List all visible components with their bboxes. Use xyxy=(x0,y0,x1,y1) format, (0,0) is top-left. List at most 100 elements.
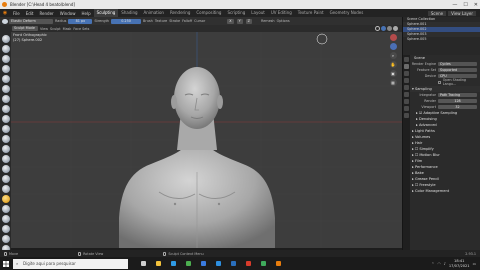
object-tab-icon[interactable] xyxy=(404,99,409,104)
minimize-button[interactable]: — xyxy=(452,2,457,8)
gizmo-z-axis-icon[interactable] xyxy=(389,43,397,50)
tool-inflate-icon[interactable] xyxy=(1,95,10,103)
radius-field[interactable]: 81 px xyxy=(68,18,93,24)
tab-sculpting[interactable]: Sculpting xyxy=(93,9,119,17)
store-icon[interactable] xyxy=(198,257,208,270)
tab-uv-editing[interactable]: UV Editing xyxy=(268,9,295,17)
start-button[interactable] xyxy=(0,257,12,270)
mail-icon[interactable] xyxy=(213,257,223,270)
tool-fill-icon[interactable] xyxy=(1,145,10,153)
menu-render[interactable]: Render xyxy=(36,11,56,16)
notifications-icon[interactable]: ▭ xyxy=(473,262,476,266)
symmetry-x-icon[interactable]: X xyxy=(227,18,234,24)
tool-draw-sharp-icon[interactable] xyxy=(1,45,10,53)
blender-icon[interactable] xyxy=(273,257,283,270)
viewport-shading-icons[interactable] xyxy=(375,26,398,31)
tab-geometry-nodes[interactable]: Geometry Nodes xyxy=(327,9,367,17)
tool-pose-icon[interactable] xyxy=(1,225,10,233)
open-shading-checkbox[interactable] xyxy=(437,80,441,84)
maximize-button[interactable]: ☐ xyxy=(463,2,467,8)
render-engine-select[interactable]: Cycles xyxy=(438,61,477,67)
scene-tab-icon[interactable] xyxy=(404,85,409,90)
falloff-menu[interactable]: Falloff xyxy=(182,19,192,23)
tool-grab-icon[interactable] xyxy=(1,185,10,193)
menu-help[interactable]: Help xyxy=(78,11,93,16)
app-green-icon[interactable] xyxy=(258,257,268,270)
rendered-shading-icon[interactable] xyxy=(393,26,398,31)
tool-draw-icon[interactable] xyxy=(1,35,10,43)
material-shading-icon[interactable] xyxy=(387,26,392,31)
symmetry-z-icon[interactable]: Z xyxy=(245,18,252,24)
volume-icon[interactable]: ♪ xyxy=(444,262,446,266)
tab-texture-paint[interactable]: Texture Paint xyxy=(295,9,327,17)
tool-pinch-icon[interactable] xyxy=(1,175,10,183)
solid-shading-icon[interactable] xyxy=(381,26,386,31)
menu-face-sets[interactable]: Face Sets xyxy=(73,27,89,31)
render-samples-field[interactable]: 128 xyxy=(438,98,477,104)
gizmo-x-axis-icon[interactable] xyxy=(389,34,397,41)
photoshop-icon[interactable] xyxy=(228,257,238,270)
brush-menu[interactable]: Brush xyxy=(143,19,153,23)
tool-crease-icon[interactable] xyxy=(1,115,10,123)
menu-edit[interactable]: Edit xyxy=(23,11,37,16)
remesh-menu[interactable]: Remesh xyxy=(261,19,275,23)
app-red-icon[interactable] xyxy=(243,257,253,270)
menu-view[interactable]: View xyxy=(40,27,48,31)
symmetry-y-icon[interactable]: Y xyxy=(236,18,243,24)
material-tab-icon[interactable] xyxy=(404,113,409,118)
perspective-toggle-icon[interactable]: ▦ xyxy=(389,79,397,86)
tool-layer-icon[interactable] xyxy=(1,85,10,93)
tool-clay-icon[interactable] xyxy=(1,55,10,63)
tool-snake-hook-icon[interactable] xyxy=(1,205,10,213)
menu-window[interactable]: Window xyxy=(57,11,79,16)
menu-mask[interactable]: Mask xyxy=(63,27,72,31)
tool-smooth-icon[interactable] xyxy=(1,125,10,133)
camera-view-icon[interactable]: ▣ xyxy=(389,70,397,77)
brush-icon[interactable] xyxy=(2,18,8,24)
clock[interactable]: 18:41 17/07/2021 xyxy=(449,259,470,268)
tab-layout[interactable]: Layout xyxy=(248,9,268,17)
tab-animation[interactable]: Animation xyxy=(141,9,167,17)
tool-tab-icon[interactable] xyxy=(404,57,409,62)
brush-selector[interactable]: Elastic Deform xyxy=(9,18,53,24)
tool-elastic-deform-icon[interactable] xyxy=(1,195,10,203)
world-tab-icon[interactable] xyxy=(404,92,409,97)
close-button[interactable]: ✕ xyxy=(474,2,478,8)
scene-selector[interactable]: Scene xyxy=(427,10,447,16)
blender-menu-icon[interactable]: ◉ xyxy=(0,10,10,16)
network-icon[interactable]: ◠ xyxy=(437,262,440,266)
tab-rendering[interactable]: Rendering xyxy=(167,9,193,17)
edge-icon[interactable] xyxy=(168,257,178,270)
file-explorer-icon[interactable] xyxy=(153,257,163,270)
tab-scripting[interactable]: Scripting xyxy=(224,9,248,17)
color-management-section[interactable]: ▸ Color Management xyxy=(410,188,480,194)
wireframe-shading-icon[interactable] xyxy=(375,26,380,31)
tool-clay-thumb-icon[interactable] xyxy=(1,75,10,83)
view-layer-selector[interactable]: View Layer xyxy=(448,10,476,16)
strength-field[interactable]: 0.250 xyxy=(111,18,142,24)
cursor-menu[interactable]: Cursor xyxy=(194,19,205,23)
stroke-menu[interactable]: Stroke xyxy=(169,19,180,23)
tool-blob-icon[interactable] xyxy=(1,105,10,113)
taskbar-search-box[interactable]: ⌕ Digite aqui para pesquisar xyxy=(13,258,128,269)
viewport-samples-field[interactable]: 32 xyxy=(438,104,477,110)
tool-scrape-icon[interactable] xyxy=(1,155,10,163)
feature-set-select[interactable]: Supported xyxy=(438,67,477,73)
tab-shading[interactable]: Shading xyxy=(118,9,140,17)
symmetry-icons[interactable]: X Y Z xyxy=(226,18,253,24)
mode-selector[interactable]: Sculpt Mode xyxy=(12,26,38,31)
menu-file[interactable]: File xyxy=(10,11,23,16)
task-view-icon[interactable] xyxy=(138,257,148,270)
modifier-tab-icon[interactable] xyxy=(404,106,409,111)
render-tab-icon[interactable] xyxy=(404,64,409,69)
outliner-row[interactable]: Sphere.005 xyxy=(403,37,480,42)
tool-nudge-icon[interactable] xyxy=(1,235,10,243)
tool-clay-strips-icon[interactable] xyxy=(1,65,10,73)
tab-compositing[interactable]: Compositing xyxy=(193,9,224,17)
texture-menu[interactable]: Texture xyxy=(155,19,167,23)
integrator-select[interactable]: Path Tracing xyxy=(438,92,477,98)
tray-arrow-icon[interactable]: ⌃ xyxy=(431,262,434,266)
options-menu[interactable]: Options xyxy=(277,19,290,23)
tool-thumb-icon[interactable] xyxy=(1,215,10,223)
3d-viewport[interactable]: Front Orthographic (27) Sphere.002 xyxy=(11,32,402,248)
